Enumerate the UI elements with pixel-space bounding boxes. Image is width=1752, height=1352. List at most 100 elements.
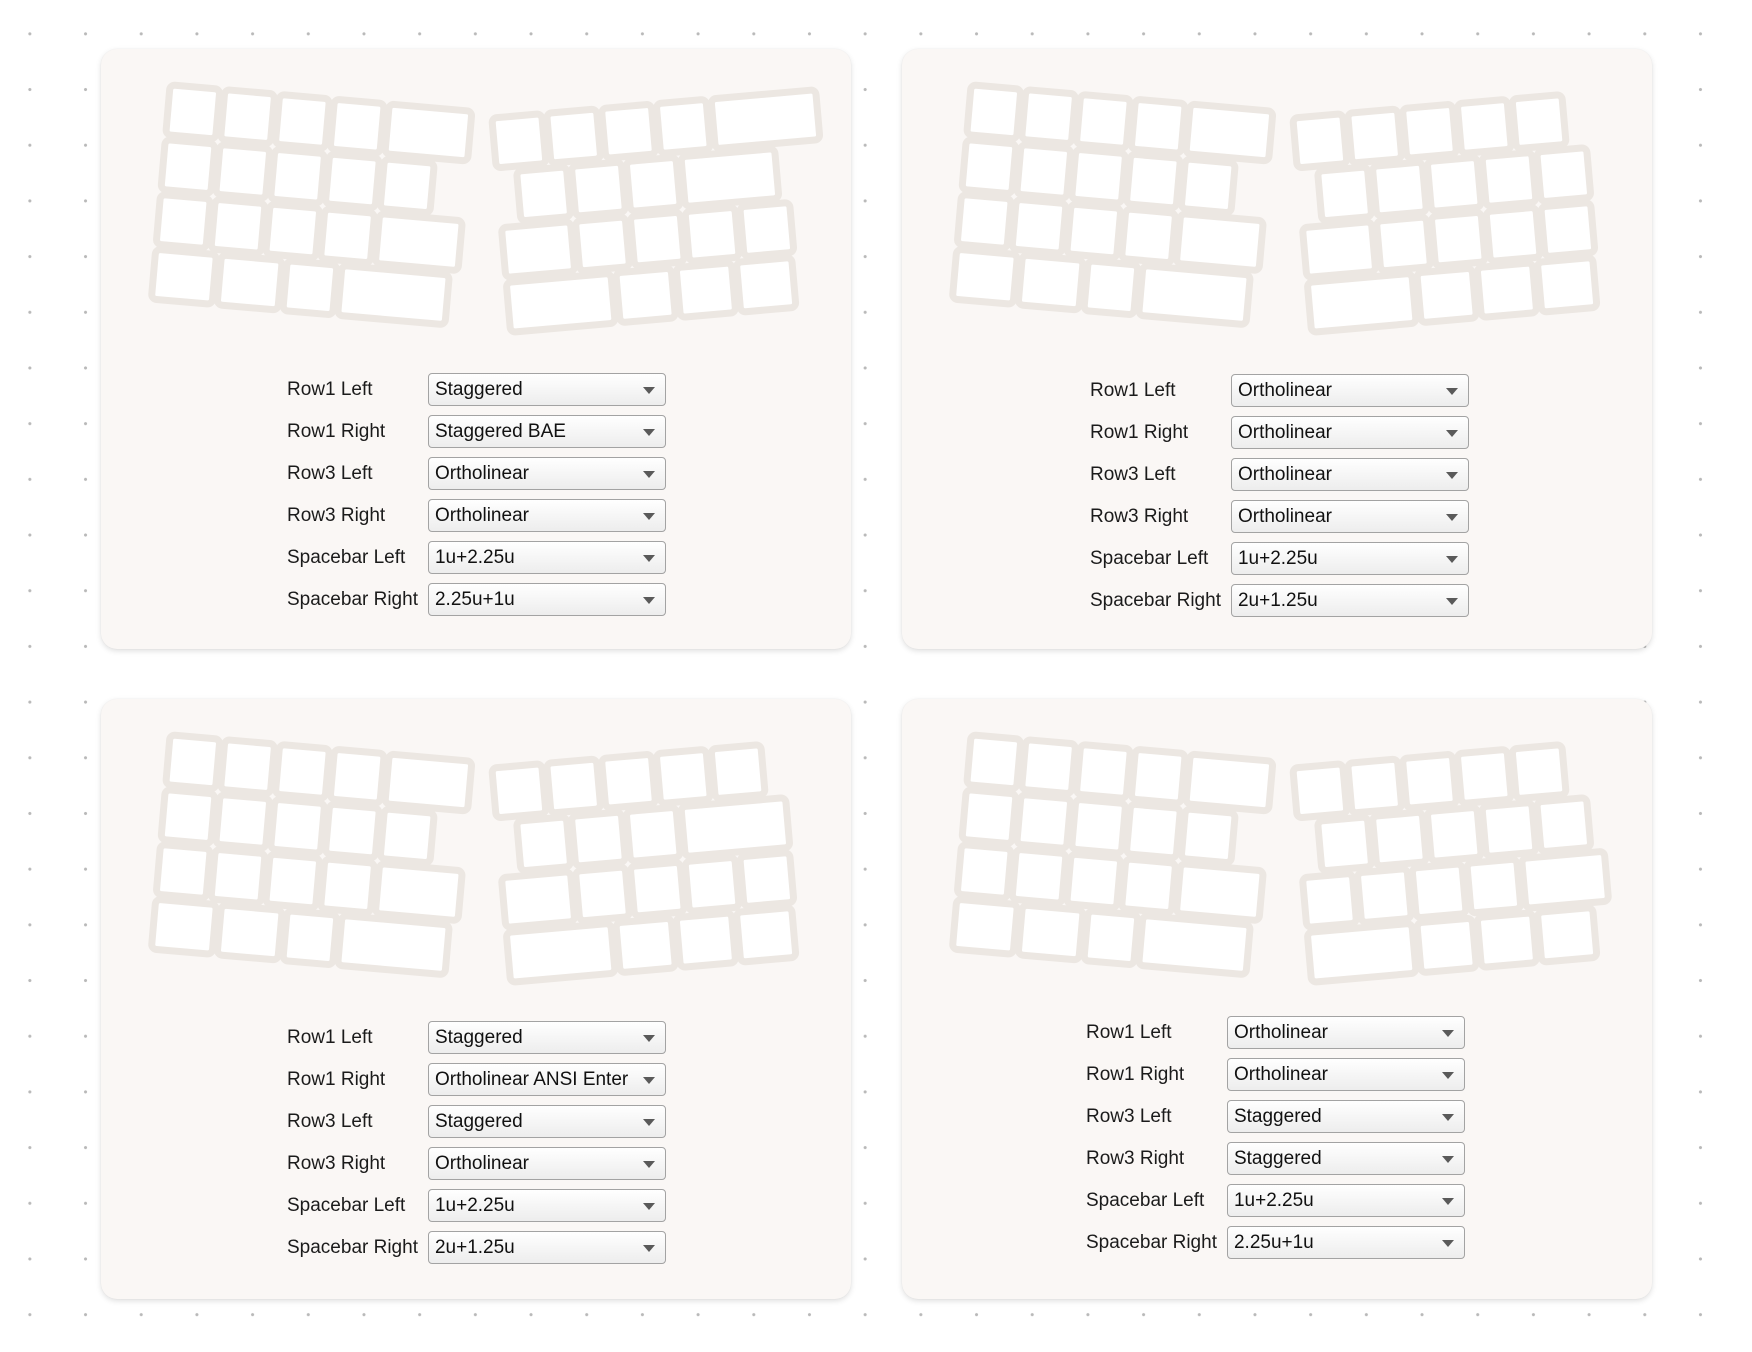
row1-right-select[interactable]: Staggered BAE (427, 415, 666, 448)
keycap (1537, 199, 1599, 260)
row3-right-select[interactable]: Ortholinear (1230, 500, 1469, 533)
row3-left-select[interactable]: Staggered (1226, 1100, 1465, 1133)
row1-right-select[interactable]: Ortholinear (1226, 1058, 1465, 1091)
triangle-down-icon (1441, 1114, 1454, 1121)
keycap (1182, 100, 1277, 165)
keycap (334, 262, 453, 328)
row1-left-label: Row1 Left (1086, 1021, 1172, 1043)
keyboard-preview (949, 731, 1612, 986)
keycap (572, 863, 633, 925)
keycap (267, 146, 328, 207)
keycap (572, 213, 633, 275)
keycap (377, 155, 438, 217)
keycap (598, 101, 659, 162)
keycap (1408, 860, 1470, 921)
keycap (322, 150, 383, 212)
keycap (1482, 204, 1544, 265)
row1-right-select[interactable]: Ortholinear (1230, 416, 1469, 449)
keycap (1399, 751, 1460, 812)
keycap (153, 191, 214, 252)
row1-left-select[interactable]: Staggered (427, 1021, 666, 1054)
keycap (217, 736, 278, 797)
row3-left-select[interactable]: Staggered (427, 1105, 666, 1138)
keycap (627, 208, 688, 270)
keycap (543, 105, 604, 167)
keycap (1018, 86, 1079, 147)
triangle-down-icon (642, 1245, 655, 1252)
keycap (1424, 804, 1485, 865)
row3-right-label: Row3 Right (1086, 1147, 1185, 1169)
row1-left-select[interactable]: Staggered (427, 373, 666, 406)
row1-left-select[interactable]: Ortholinear (1226, 1016, 1465, 1049)
keycap (1369, 158, 1430, 220)
row3-right-select[interactable]: Ortholinear (427, 1147, 666, 1180)
keycap (1299, 870, 1360, 931)
keycap (212, 791, 273, 852)
keycap (498, 218, 578, 281)
keycap (963, 731, 1024, 793)
keycap (733, 904, 800, 966)
keycap (1018, 736, 1079, 797)
keycap (1063, 850, 1124, 912)
keycap (958, 136, 1020, 197)
layout-form: Row1 Left Ortholinear Row1 Right Ortholi… (1086, 1016, 1465, 1259)
keycap (1123, 800, 1184, 862)
spacebar-left-label: Spacebar Left (287, 546, 406, 568)
keyboard-preview (148, 81, 824, 336)
keycap (1373, 213, 1434, 275)
row3-left-select[interactable]: Ortholinear (427, 457, 666, 490)
keycap (1135, 912, 1254, 978)
layout-form: Row1 Left Ortholinear Row1 Right Ortholi… (1090, 374, 1469, 617)
keycap (954, 841, 1015, 902)
keycap (954, 191, 1015, 252)
keycap (681, 854, 743, 915)
keycap (488, 110, 550, 171)
row1-left-select[interactable]: Ortholinear (1230, 374, 1469, 407)
spacebar-right-select[interactable]: 2u+1.25u (427, 1231, 666, 1264)
keycap (1128, 96, 1189, 157)
keycap (1178, 805, 1239, 867)
row1-right-label: Row1 Right (287, 1068, 386, 1090)
spacebar-left-select[interactable]: 1u+2.25u (427, 541, 666, 574)
keycap (372, 210, 466, 274)
triangle-down-icon (642, 1035, 655, 1042)
keycap (736, 849, 798, 910)
spacebar-right-select[interactable]: 2.25u+1u (427, 583, 666, 616)
row1-right-select[interactable]: Ortholinear ANSI Enter (427, 1063, 666, 1096)
spacebar-left-select[interactable]: 1u+2.25u (1230, 542, 1469, 575)
row3-right-select[interactable]: Ortholinear (427, 499, 666, 532)
triangle-down-icon (1445, 472, 1458, 479)
triangle-down-icon (642, 1203, 655, 1210)
spacebar-left-label: Spacebar Left (287, 1194, 406, 1216)
spacebar-left-label: Spacebar Left (1090, 547, 1209, 569)
row3-right-select[interactable]: Staggered (1226, 1142, 1465, 1175)
spacebar-left-label: Spacebar Left (1086, 1189, 1205, 1211)
keycap (1413, 264, 1480, 326)
keycap (1344, 105, 1405, 167)
keyboard-preview (949, 81, 1601, 336)
spacebar-left-select[interactable]: 1u+2.25u (1226, 1184, 1465, 1217)
keycap (1304, 920, 1420, 986)
keycap (377, 805, 438, 867)
spacebar-right-select[interactable]: 2.25u+1u (1226, 1226, 1465, 1259)
keycap (1289, 760, 1351, 821)
keycap (568, 158, 629, 220)
row3-left-select[interactable]: Ortholinear (1230, 458, 1469, 491)
triangle-down-icon (642, 1161, 655, 1168)
keycap (498, 868, 578, 931)
spacebar-left-select[interactable]: 1u+2.25u (427, 1189, 666, 1222)
keycap (207, 196, 269, 257)
keycap (214, 251, 286, 314)
keycap (1289, 110, 1351, 171)
row1-left-label: Row1 Left (1090, 379, 1176, 401)
spacebar-right-label: Spacebar Right (1090, 589, 1221, 611)
keyboard-config-panel-1: Row1 Left Staggered Row1 Right Staggered… (101, 49, 851, 649)
keycap (1015, 901, 1087, 964)
keycap (627, 858, 688, 920)
keycap (681, 204, 743, 265)
spacebar-right-select[interactable]: 2u+1.25u (1230, 584, 1469, 617)
keycap (963, 81, 1024, 143)
triangle-down-icon (642, 597, 655, 604)
keycap (1013, 791, 1074, 852)
keycap (1534, 254, 1601, 316)
